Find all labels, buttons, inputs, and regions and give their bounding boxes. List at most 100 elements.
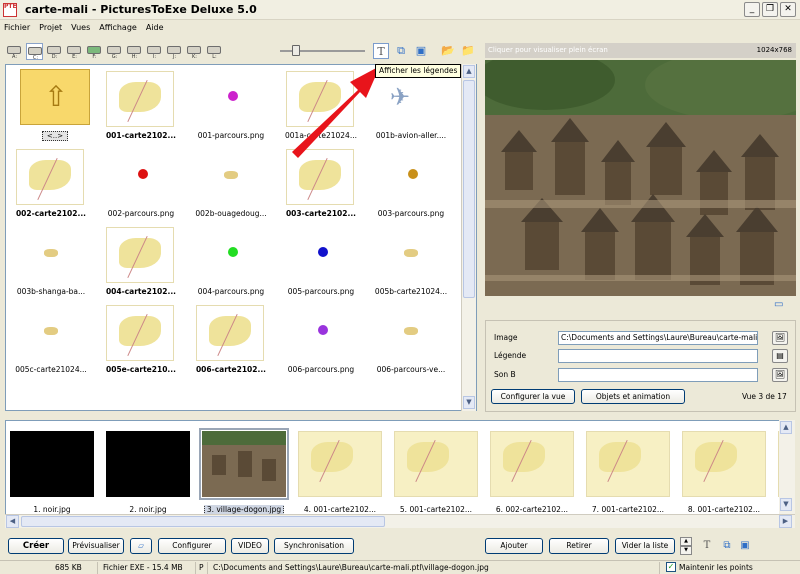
menu-projet[interactable]: Projet — [39, 23, 62, 32]
clear-list-button[interactable]: Vider la liste — [615, 538, 675, 554]
grid-item[interactable]: 004-parcours.png — [188, 225, 268, 297]
drive-label: D: — [51, 53, 58, 60]
order-spinner[interactable]: ▲ ▼ — [680, 537, 692, 555]
slide-timeline[interactable]: 1. noir.jpg 2. noir.jpg 3. village-dogon.j… — [5, 420, 795, 528]
timeline-slide[interactable]: 6. 002-carte2102... — [486, 427, 578, 519]
drive-f-icon[interactable]: F: — [86, 43, 103, 60]
menu-aide[interactable]: Aide — [146, 23, 164, 32]
sound-field[interactable] — [558, 368, 758, 382]
timeline-vertical-scrollbar[interactable]: ▲ ▼ — [779, 420, 795, 514]
timeline-slide[interactable]: 7. 001-carte2102... — [582, 427, 674, 519]
shape-thumbnail — [196, 149, 264, 205]
fullscreen-preview-button[interactable]: ▱ — [130, 538, 152, 554]
timeline-scroll-left[interactable]: ◀ — [6, 515, 19, 528]
copy-slides-icon[interactable]: ⧉ — [720, 539, 734, 553]
grid-item[interactable]: 001-carte2102... — [98, 69, 178, 141]
remove-button[interactable]: Retirer — [549, 538, 609, 554]
scroll-down-arrow[interactable]: ▼ — [463, 396, 475, 409]
timeline-slide[interactable]: 2. noir.jpg — [102, 427, 194, 519]
drive-j-icon[interactable]: J: — [166, 43, 183, 60]
grid-item[interactable]: 002-carte2102... — [8, 147, 88, 219]
grid-item[interactable]: 003b-shanga-ba... — [8, 225, 88, 297]
dot-thumbnail — [286, 227, 354, 283]
map-thumbnail — [196, 305, 264, 361]
folder-up-item[interactable]: ⇧ <..> — [6, 65, 90, 141]
copy-icon[interactable]: ⧉ — [393, 43, 409, 59]
timeline-scroll-right[interactable]: ▶ — [779, 515, 792, 528]
timeline-slide[interactable]: 5. 001-carte2102... — [390, 427, 482, 519]
grid-item[interactable]: 006-parcours-ve... — [368, 303, 448, 375]
spin-down[interactable]: ▼ — [680, 546, 692, 555]
video-button[interactable]: VIDEO — [231, 538, 269, 554]
grid-item[interactable]: 001-parcours.png — [188, 69, 268, 141]
menu-fichier[interactable]: Fichier — [4, 23, 30, 32]
open-folder-icon[interactable]: 📂 — [440, 43, 456, 59]
slide-thumbnail — [10, 431, 94, 497]
captions-icon[interactable]: T — [373, 43, 389, 59]
minimize-button[interactable]: _ — [744, 2, 760, 17]
drive-i-icon[interactable]: I: — [146, 43, 163, 60]
grid-scrollbar[interactable]: ▲ ▼ — [461, 64, 476, 411]
folder-icon[interactable]: 📁 — [460, 43, 476, 59]
edit-caption-button[interactable]: ▤ — [772, 349, 788, 363]
grid-item[interactable]: 006-carte2102... — [188, 303, 268, 375]
drive-k-icon[interactable]: K: — [186, 43, 203, 60]
drive-l-icon[interactable]: L: — [206, 43, 223, 60]
grid-item[interactable]: 002b-ouagedoug... — [188, 147, 268, 219]
timeline-horizontal-scrollbar[interactable]: ◀ ▶ — [5, 514, 795, 528]
close-button[interactable]: ✕ — [780, 2, 796, 17]
fullscreen-icon[interactable]: ▭ — [774, 299, 790, 311]
red-arrow-annotation — [292, 66, 380, 158]
app-icon: PTE — [3, 2, 17, 17]
grid-item[interactable]: 005e-carte210... — [98, 303, 178, 375]
grid-item[interactable]: 002-parcours.png — [98, 147, 178, 219]
grid-item-label: 004-parcours.png — [197, 287, 265, 296]
grid-item[interactable]: 005-parcours.png — [278, 225, 358, 297]
sync-button[interactable]: Synchronisation — [274, 538, 354, 554]
timeline-slide[interactable]: 8. 001-carte2102... — [678, 427, 770, 519]
create-button[interactable]: Créer — [8, 538, 64, 554]
slide-thumbnail — [298, 431, 382, 497]
maximize-button[interactable]: ❐ — [762, 2, 778, 17]
timeline-slide[interactable]: 1. noir.jpg — [6, 427, 98, 519]
drive-a-icon[interactable]: A: — [6, 43, 23, 60]
grid-item[interactable]: 006-parcours.png — [278, 303, 358, 375]
drive-c-icon[interactable]: C: — [26, 42, 43, 61]
image-path-field[interactable]: C:\Documents and Settings\Laure\Bureau\c… — [558, 331, 758, 345]
preview-image[interactable] — [485, 60, 796, 296]
menu-affichage[interactable]: Affichage — [99, 23, 137, 32]
timeline-slide[interactable]: 4. 001-carte2102... — [294, 427, 386, 519]
grid-item[interactable]: 005c-carte21024... — [8, 303, 88, 375]
drive-d-icon[interactable]: D: — [46, 43, 63, 60]
configure-button[interactable]: Configurer — [158, 538, 226, 554]
drive-h-icon[interactable]: H: — [126, 43, 143, 60]
menu-vues[interactable]: Vues — [71, 23, 90, 32]
timeline-scroll-down[interactable]: ▼ — [780, 498, 792, 511]
objects-animation-button[interactable]: Objets et animation — [581, 389, 685, 404]
scroll-thumb[interactable] — [463, 80, 475, 298]
slide-window-icon[interactable]: ▣ — [738, 539, 752, 553]
keep-points-checkbox[interactable]: ✓ — [666, 562, 676, 572]
drive-e-icon[interactable]: E: — [66, 43, 83, 60]
status-path: C:\Documents and Settings\Laure\Bureau\c… — [210, 562, 660, 574]
window-icon[interactable]: ▣ — [413, 43, 429, 59]
preview-button[interactable]: Prévisualiser — [68, 538, 124, 554]
scroll-up-arrow[interactable]: ▲ — [463, 65, 475, 78]
caption-label: Légende — [494, 351, 527, 360]
file-grid[interactable]: ⇧ <..> 001-carte2102... 001-parcours.png 0… — [5, 64, 477, 411]
timeline-slide[interactable]: 3. village-dogon.jpg — [198, 427, 290, 519]
add-button[interactable]: Ajouter — [485, 538, 543, 554]
slider-thumb[interactable] — [292, 45, 300, 56]
configure-view-button[interactable]: Configurer la vue — [491, 389, 575, 404]
grid-item[interactable]: 004-carte2102... — [98, 225, 178, 297]
drive-label: F: — [92, 53, 97, 60]
browse-image-button[interactable]: 🖼 — [772, 331, 788, 345]
grid-item[interactable]: 005b-carte21024... — [368, 225, 448, 297]
caption-field[interactable] — [558, 349, 758, 363]
timeline-scroll-up[interactable]: ▲ — [780, 421, 792, 434]
captions-toggle-icon[interactable]: T — [700, 539, 714, 553]
drive-g-icon[interactable]: G: — [106, 43, 123, 60]
spin-up[interactable]: ▲ — [680, 537, 692, 546]
browse-sound-button[interactable]: 🖼 — [772, 368, 788, 382]
timeline-scroll-thumb[interactable] — [21, 516, 385, 527]
